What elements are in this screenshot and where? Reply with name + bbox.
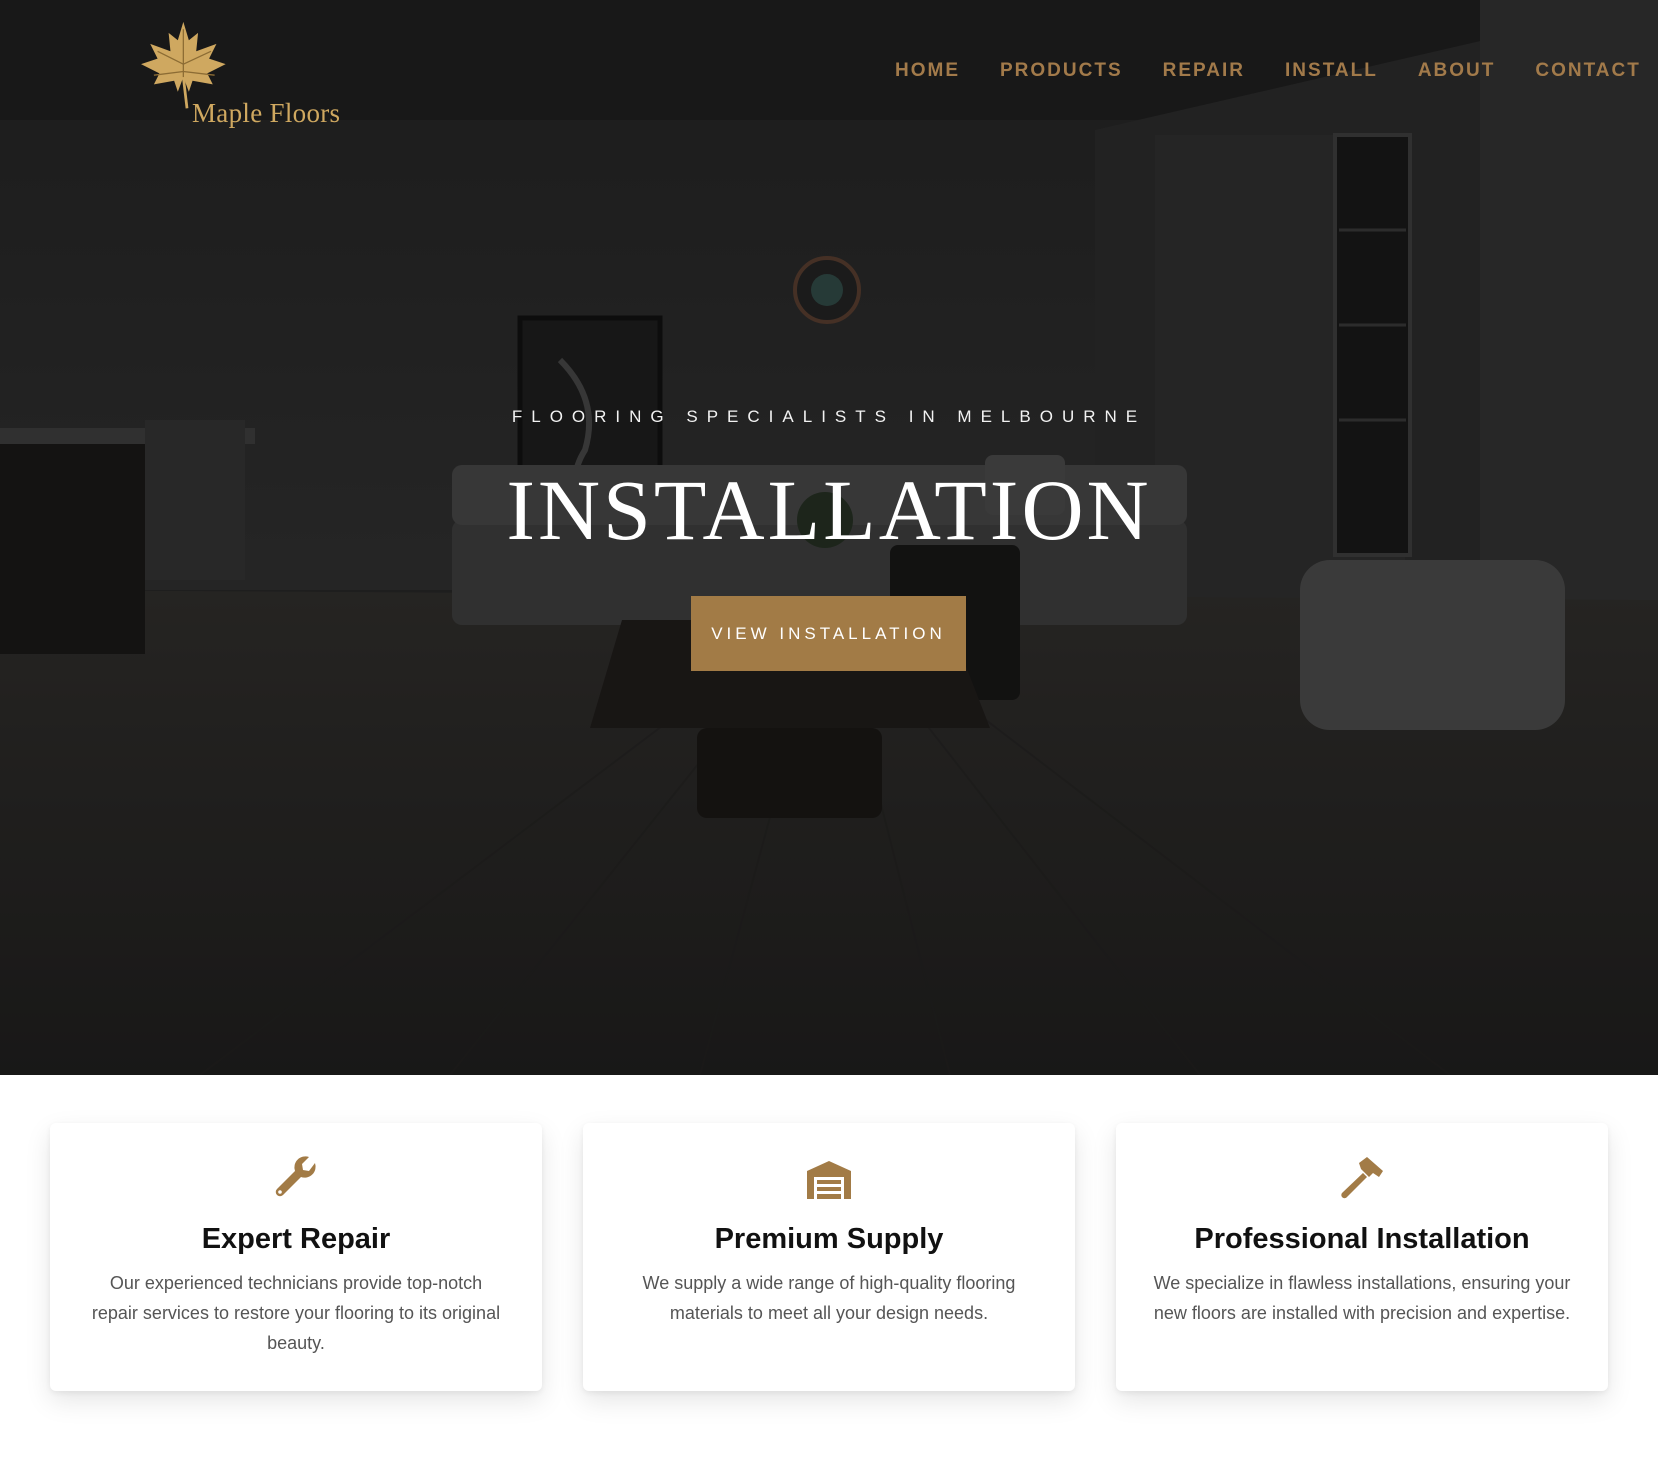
feature-card-repair: Expert Repair Our experienced technician… <box>50 1123 542 1391</box>
feature-card-supply: Premium Supply We supply a wide range of… <box>583 1123 1075 1391</box>
nav-item-home[interactable]: HOME <box>895 60 960 90</box>
view-installation-button[interactable]: VIEW INSTALLATION <box>691 596 966 671</box>
brand-logo[interactable]: Maple Floors <box>134 20 364 135</box>
feature-title: Professional Installation <box>1194 1223 1530 1255</box>
hammer-icon <box>1341 1157 1383 1199</box>
feature-title: Expert Repair <box>201 1223 391 1255</box>
hero-title: INSTALLATION <box>506 462 1152 558</box>
feature-text: We specialize in flawless installations,… <box>1153 1273 1571 1323</box>
nav-item-contact[interactable]: CONTACT <box>1535 60 1640 90</box>
warehouse-icon <box>807 1161 851 1199</box>
feature-text: Our experienced technicians provide top-… <box>91 1273 501 1353</box>
main-navigation: HOME PRODUCTS REPAIR INSTALL ABOUT CONTA… <box>895 60 1641 90</box>
feature-text: We supply a wide range of high-quality f… <box>642 1273 1016 1323</box>
nav-item-about[interactable]: ABOUT <box>1418 60 1496 90</box>
hero-section: Maple Floors HOME PRODUCTS REPAIR INSTAL… <box>0 0 1658 1075</box>
wrench-icon <box>275 1156 316 1197</box>
features-section: Expert Repair Our experienced technician… <box>50 1123 1608 1391</box>
brand-name: Maple Floors <box>192 98 341 128</box>
nav-item-products[interactable]: PRODUCTS <box>1000 60 1123 90</box>
feature-title: Premium Supply <box>714 1223 944 1255</box>
nav-item-repair[interactable]: REPAIR <box>1163 60 1245 90</box>
nav-item-install[interactable]: INSTALL <box>1285 60 1378 90</box>
feature-card-installation: Professional Installation We specialize … <box>1116 1123 1608 1391</box>
hero-kicker: FLOORING SPECIALISTS IN MELBOURNE <box>511 407 1147 426</box>
